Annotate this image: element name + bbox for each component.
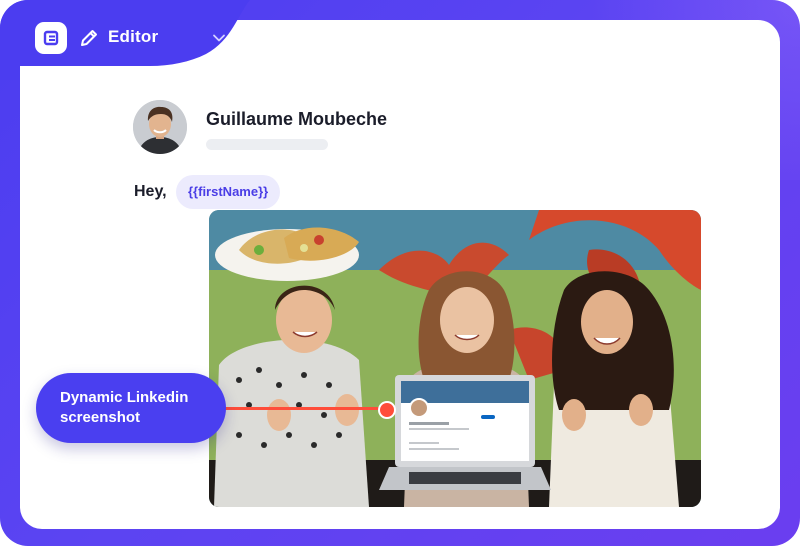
first-name-variable-chip[interactable]: {{firstName}} [176, 175, 281, 209]
app-frame: Editor Guillaume Moubeche Hey, {{firstNa… [0, 0, 800, 546]
pencil-icon [81, 30, 97, 46]
editor-mode-label[interactable]: Editor [108, 27, 158, 47]
sender-name: Guillaume Moubeche [206, 109, 388, 129]
callout-connector-dot [378, 401, 396, 419]
app-logo-icon[interactable] [35, 22, 67, 54]
dynamic-linkedin-callout: Dynamic Linkedin screenshot [36, 373, 226, 443]
linkedin-screenshot-image [209, 210, 701, 507]
editor-header: Editor [0, 0, 300, 80]
sender-subtitle-placeholder [206, 139, 328, 150]
greeting-text: Hey, [134, 183, 167, 200]
callout-connector-line [224, 407, 386, 410]
chevron-down-icon[interactable] [212, 32, 226, 44]
sender-avatar [133, 100, 187, 154]
callout-label: Dynamic Linkedin screenshot [60, 389, 189, 426]
message-preview-card: Guillaume Moubeche Hey, {{firstName}} [20, 20, 780, 529]
